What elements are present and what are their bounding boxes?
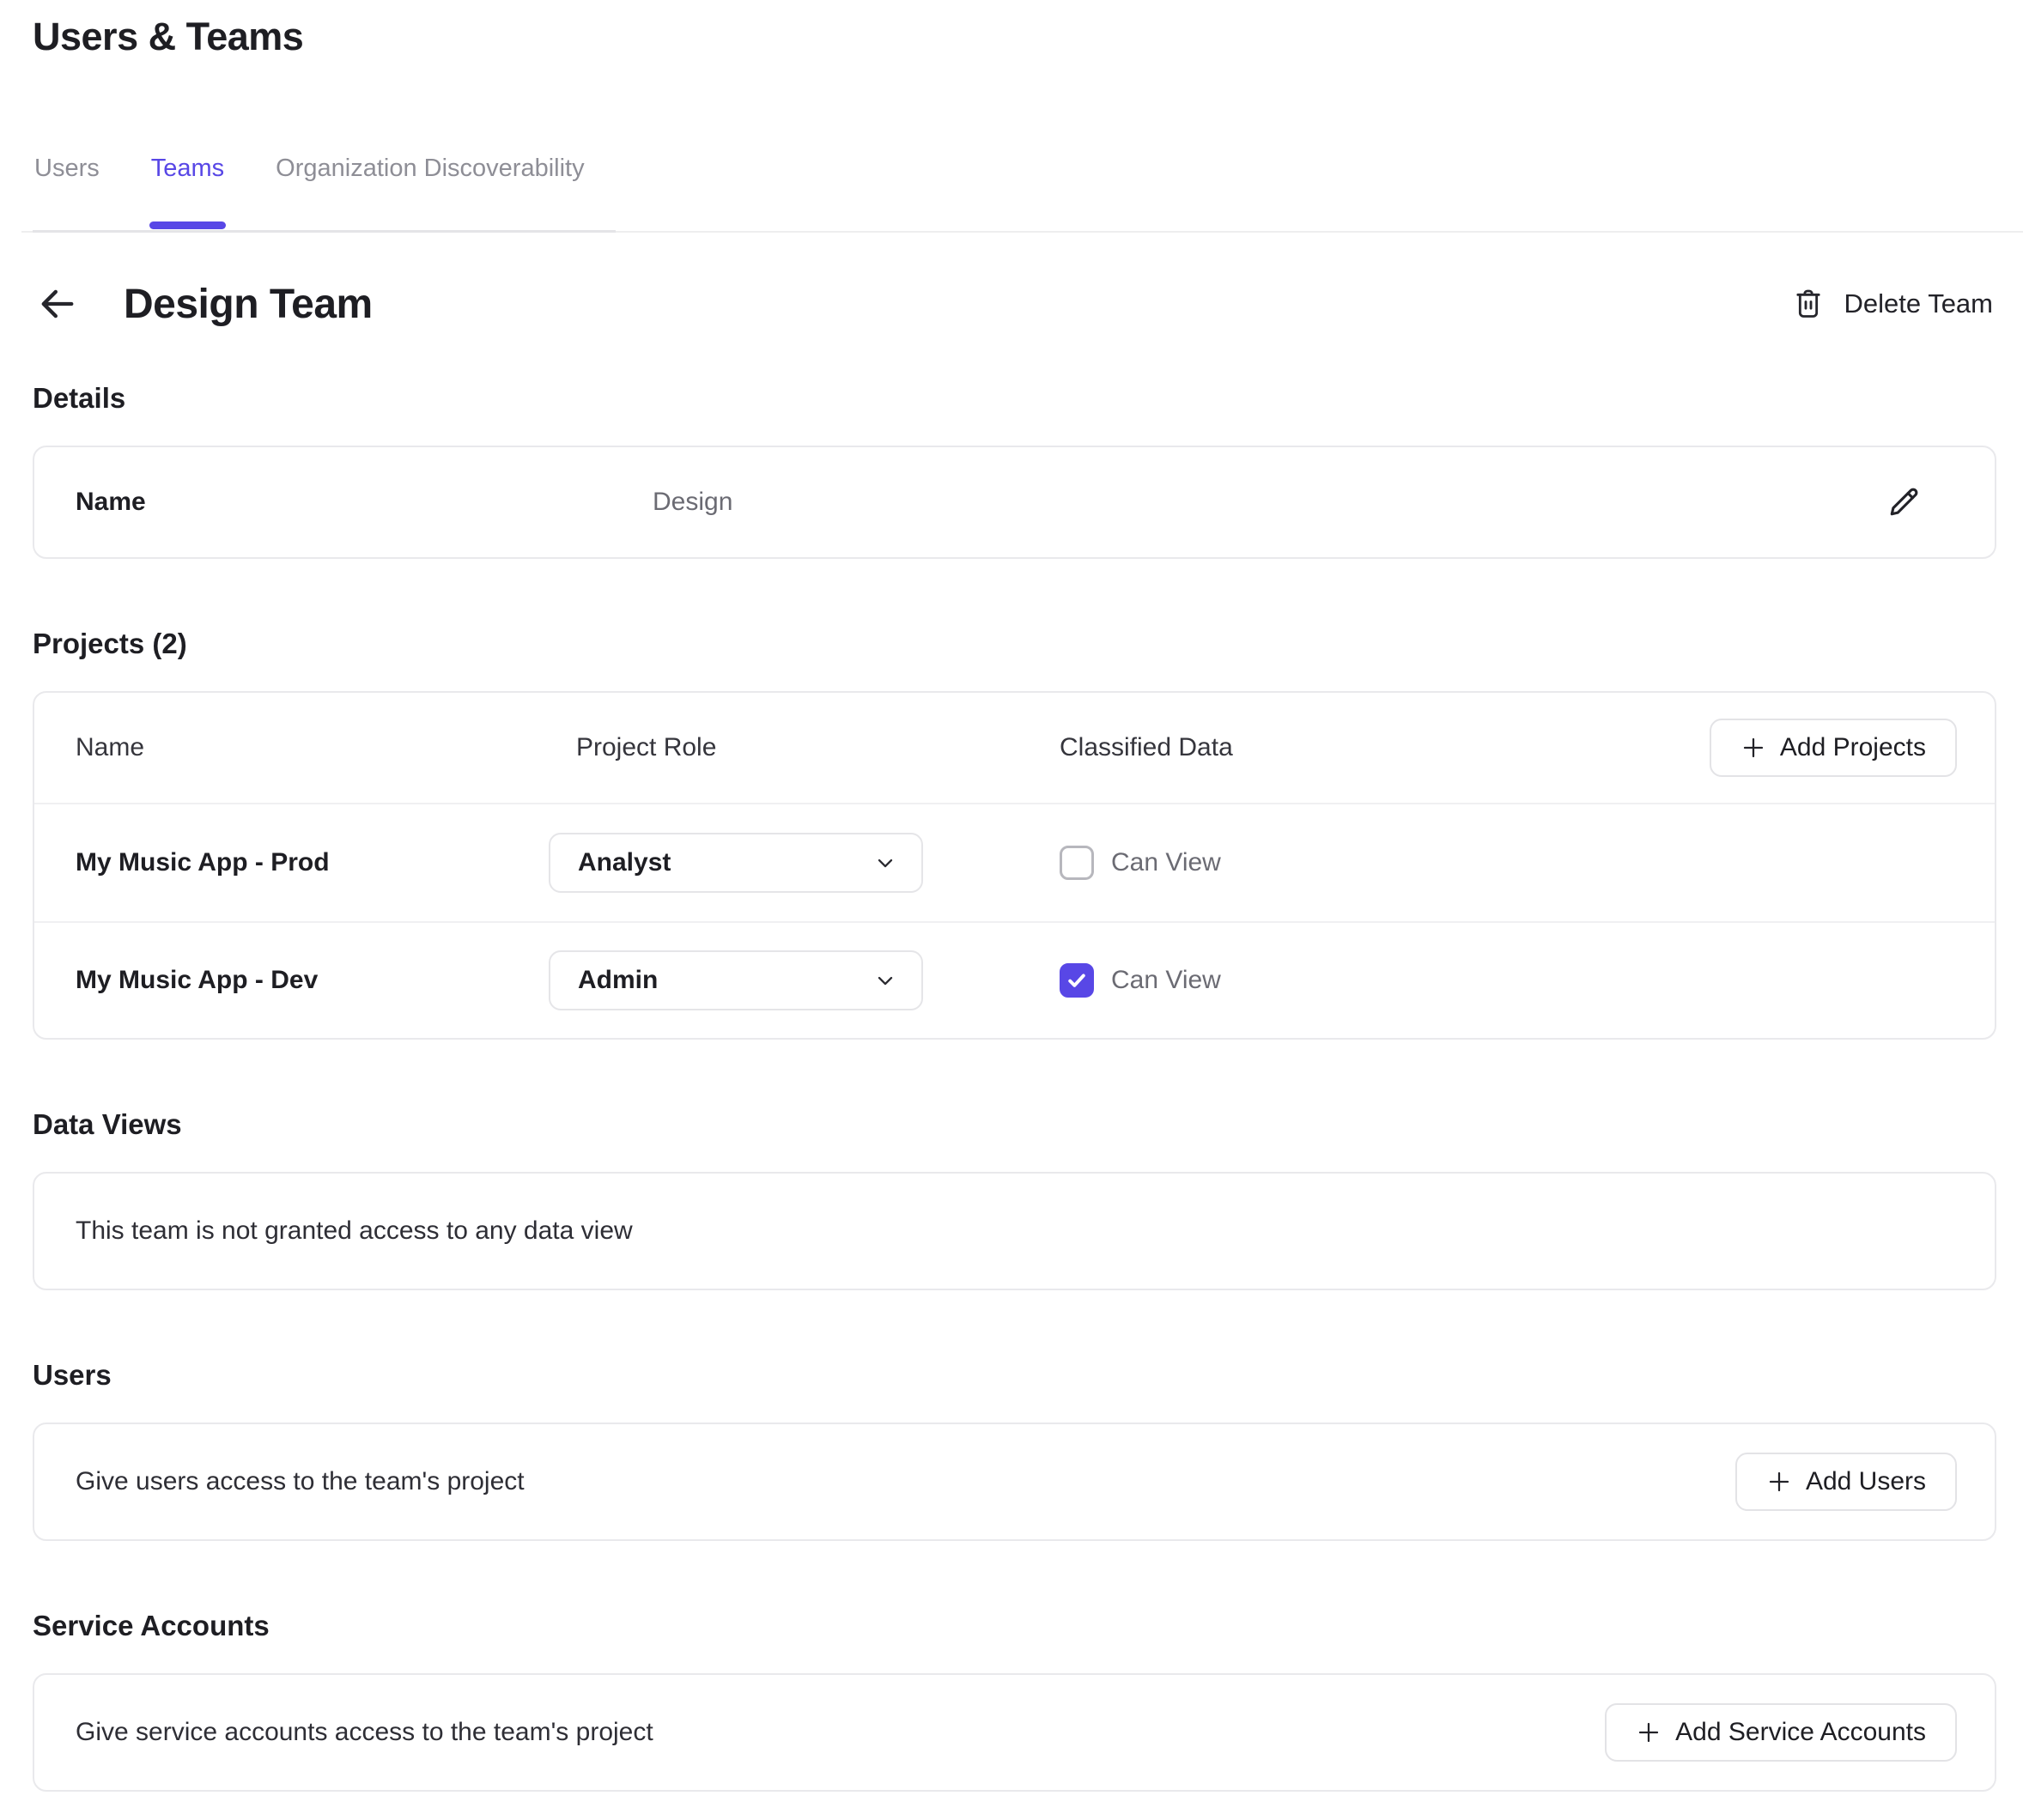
projects-table-header: Name Project Role Classified Data Add Pr… (34, 693, 1995, 804)
tab-bar: Users Teams Organization Discoverability (33, 153, 1996, 233)
back-button[interactable] (33, 279, 82, 329)
edit-name-button[interactable] (1883, 482, 1924, 523)
data-views-card: This team is not granted access to any d… (33, 1172, 1996, 1290)
name-label: Name (76, 488, 653, 517)
plus-icon (1636, 1720, 1662, 1745)
project-name: My Music App - Prod (76, 848, 549, 877)
team-title: Design Team (124, 281, 373, 328)
users-card: Give users access to the team's project … (33, 1423, 1996, 1541)
chevron-down-icon (873, 968, 897, 992)
page-title: Users & Teams (33, 12, 1996, 62)
can-view-label: Can View (1111, 966, 1221, 995)
add-service-accounts-button[interactable]: Add Service Accounts (1605, 1703, 1957, 1762)
can-view-label: Can View (1111, 848, 1221, 877)
project-role-select[interactable]: Analyst (549, 833, 923, 893)
team-header: Design Team Delete Team (33, 279, 1996, 329)
projects-table: Name Project Role Classified Data Add Pr… (33, 691, 1996, 1040)
data-views-heading: Data Views (33, 1108, 1996, 1141)
service-accounts-description: Give service accounts access to the team… (76, 1718, 653, 1747)
name-value: Design (653, 488, 732, 517)
details-card: Name Design (33, 446, 1996, 559)
delete-team-button[interactable]: Delete Team (1788, 287, 1996, 321)
details-heading: Details (33, 382, 1996, 415)
arrow-left-icon (35, 282, 80, 326)
project-role-value: Admin (578, 966, 658, 995)
delete-team-label: Delete Team (1844, 288, 1993, 319)
column-header-name: Name (76, 733, 549, 762)
data-views-empty-text: This team is not granted access to any d… (76, 1216, 633, 1246)
tab-organization-discoverability[interactable]: Organization Discoverability (274, 153, 586, 230)
column-header-classified-data: Classified Data (1060, 733, 1710, 762)
add-users-label: Add Users (1806, 1467, 1926, 1496)
service-accounts-card: Give service accounts access to the team… (33, 1673, 1996, 1792)
tab-list: Users Teams Organization Discoverability (33, 153, 616, 233)
tab-teams[interactable]: Teams (149, 153, 226, 230)
plus-icon (1741, 735, 1766, 761)
add-service-accounts-label: Add Service Accounts (1675, 1718, 1926, 1747)
service-accounts-heading: Service Accounts (33, 1610, 1996, 1642)
can-view-checkbox[interactable] (1060, 846, 1094, 880)
column-header-project-role: Project Role (549, 733, 1060, 762)
users-description: Give users access to the team's project (76, 1467, 525, 1496)
tab-users[interactable]: Users (33, 153, 101, 230)
project-row-dev: My Music App - Dev Admin Can View (34, 921, 1995, 1038)
add-users-button[interactable]: Add Users (1735, 1453, 1957, 1511)
trash-icon (1791, 287, 1826, 321)
project-name: My Music App - Dev (76, 966, 549, 995)
chevron-down-icon (873, 851, 897, 875)
users-teams-page: Users & Teams Users Teams Organization D… (0, 0, 2023, 1792)
project-role-value: Analyst (578, 848, 671, 877)
plus-icon (1766, 1469, 1792, 1495)
project-row-prod: My Music App - Prod Analyst Can View (34, 804, 1995, 921)
pencil-icon (1885, 483, 1923, 521)
add-projects-label: Add Projects (1780, 733, 1926, 762)
projects-heading: Projects (2) (33, 628, 1996, 660)
users-heading: Users (33, 1359, 1996, 1392)
can-view-checkbox[interactable] (1060, 963, 1094, 998)
project-role-select[interactable]: Admin (549, 950, 923, 1010)
add-projects-button[interactable]: Add Projects (1710, 719, 1957, 777)
